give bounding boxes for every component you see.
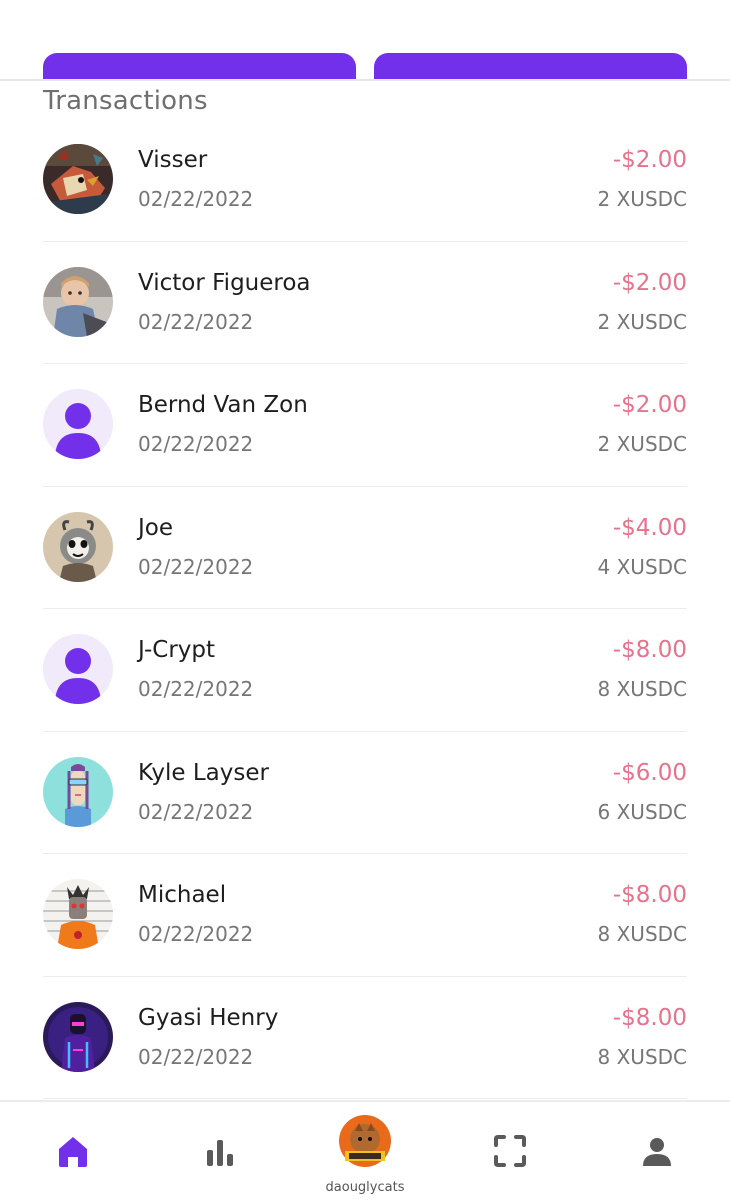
transaction-token-amount: 8 XUSDC <box>597 1044 687 1069</box>
primary-action-button-right[interactable] <box>374 53 687 79</box>
community-avatar-icon <box>339 1115 391 1167</box>
transaction-row[interactable]: Bernd Van Zon 02/22/2022 -$2.00 2 XUSDC <box>43 364 687 487</box>
transaction-token-amount: 4 XUSDC <box>597 554 687 579</box>
transaction-row[interactable]: Victor Figueroa 02/22/2022 -$2.00 2 XUSD… <box>43 242 687 364</box>
recipient-name: Michael <box>138 882 227 908</box>
transaction-token-amount: 2 XUSDC <box>597 309 687 334</box>
nav-stats[interactable] <box>180 1102 260 1200</box>
wallet-screen: Transactions Visser 02/22/2022 -$2.00 2 … <box>0 0 730 1200</box>
transaction-amount: -$8.00 <box>612 882 687 908</box>
transaction-date: 02/22/2022 <box>138 799 254 824</box>
transaction-date: 02/22/2022 <box>138 554 254 579</box>
nav-profile[interactable] <box>617 1102 697 1200</box>
stats-icon <box>207 1140 233 1166</box>
recipient-name: Bernd Van Zon <box>138 392 308 418</box>
bottom-navigation: daouglycats <box>0 1100 730 1200</box>
header-divider <box>0 79 730 81</box>
transaction-row[interactable]: Joe 02/22/2022 -$4.00 4 XUSDC <box>43 487 687 609</box>
transaction-token-amount: 8 XUSDC <box>597 922 687 946</box>
transaction-date: 02/22/2022 <box>138 187 254 211</box>
transaction-row[interactable]: Kyle Layser 02/22/2022 -$6.00 6 XUSDC <box>43 732 687 854</box>
primary-action-button-left[interactable] <box>43 53 356 79</box>
transaction-row[interactable]: Visser 02/22/2022 -$2.00 2 XUSDC <box>43 119 687 242</box>
nft-character-icon <box>43 756 113 827</box>
transaction-amount: -$2.00 <box>612 147 687 173</box>
nft-bird-icon <box>43 144 113 214</box>
recipient-name: Visser <box>138 147 208 173</box>
transaction-amount: -$2.00 <box>612 392 687 418</box>
transaction-token-amount: 6 XUSDC <box>597 799 687 824</box>
scan-icon <box>494 1135 526 1167</box>
nav-community[interactable]: daouglycats <box>315 1102 415 1200</box>
nav-community-label: daouglycats <box>325 1180 405 1195</box>
transaction-date: 02/22/2022 <box>138 1044 254 1069</box>
section-title: Transactions <box>43 86 208 116</box>
home-icon <box>59 1137 87 1167</box>
transaction-amount: -$6.00 <box>612 759 687 786</box>
transaction-row[interactable]: Michael 02/22/2022 -$8.00 8 XUSDC <box>43 854 687 977</box>
recipient-name: Kyle Layser <box>138 759 269 786</box>
transaction-token-amount: 8 XUSDC <box>597 677 687 701</box>
transaction-amount: -$4.00 <box>612 514 687 541</box>
nft-neon-icon <box>43 1001 113 1072</box>
transaction-date: 02/22/2022 <box>138 677 254 701</box>
transaction-token-amount: 2 XUSDC <box>597 432 687 456</box>
recipient-name: Gyasi Henry <box>138 1004 279 1031</box>
transaction-list: Visser 02/22/2022 -$2.00 2 XUSDC Victor <box>43 119 687 1099</box>
nft-ape-icon <box>43 511 113 582</box>
recipient-name: Victor Figueroa <box>138 269 311 296</box>
nav-home[interactable] <box>33 1102 113 1200</box>
nft-punk-icon <box>43 879 113 949</box>
default-user-icon <box>43 389 113 459</box>
transaction-amount: -$2.00 <box>612 269 687 296</box>
transaction-amount: -$8.00 <box>612 1004 687 1031</box>
transaction-amount: -$8.00 <box>612 637 687 663</box>
transaction-date: 02/22/2022 <box>138 309 254 334</box>
profile-icon <box>643 1138 671 1166</box>
nav-scan[interactable] <box>470 1102 550 1200</box>
transaction-date: 02/22/2022 <box>138 922 254 946</box>
transaction-token-amount: 2 XUSDC <box>597 187 687 211</box>
photo-baby-icon <box>43 266 113 337</box>
default-user-icon <box>43 634 113 704</box>
transaction-row[interactable]: Gyasi Henry 02/22/2022 -$8.00 8 XUSDC <box>43 977 687 1099</box>
top-action-buttons <box>43 53 687 79</box>
transaction-row[interactable]: J-Crypt 02/22/2022 -$8.00 8 XUSDC <box>43 609 687 732</box>
recipient-name: J-Crypt <box>138 637 216 663</box>
transaction-date: 02/22/2022 <box>138 432 254 456</box>
recipient-name: Joe <box>138 514 174 541</box>
